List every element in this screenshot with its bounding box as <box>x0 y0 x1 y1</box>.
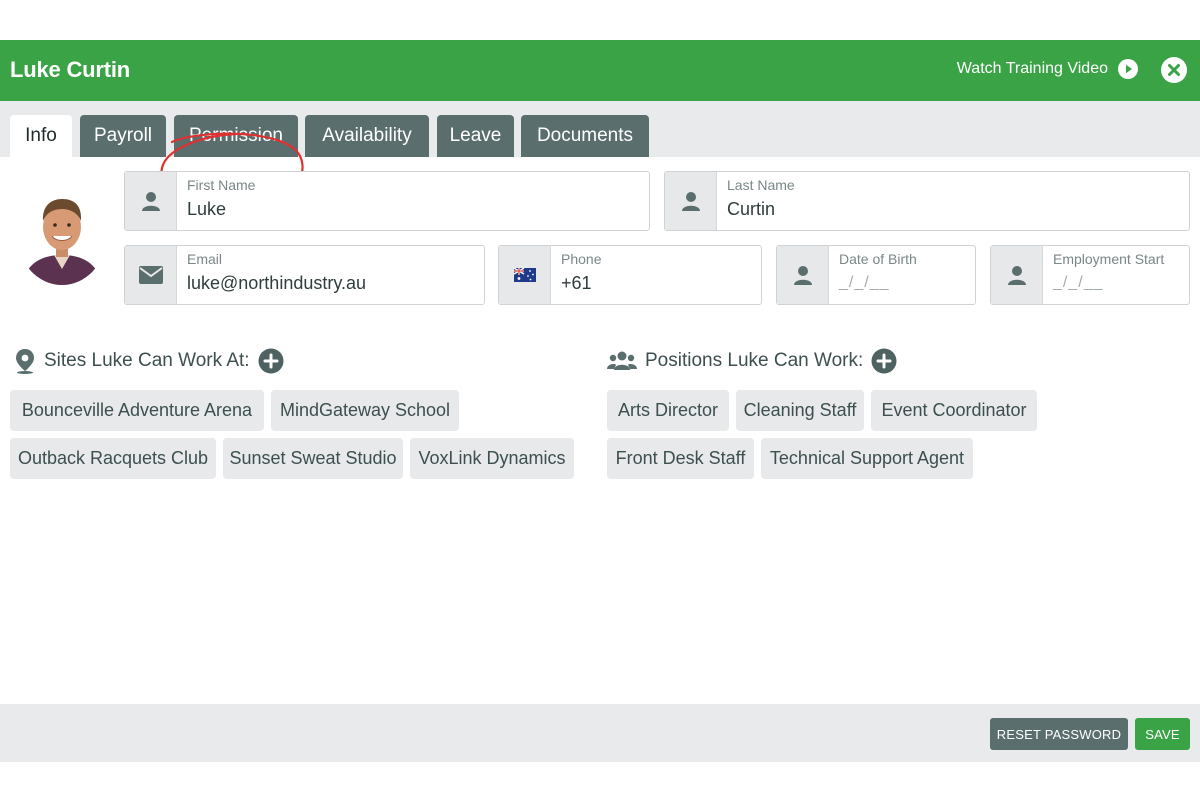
email-value: luke@northindustry.au <box>187 273 367 293</box>
tab-availability[interactable]: Availability <box>305 115 429 157</box>
phone-field[interactable]: Phone +61 <box>498 245 762 305</box>
date-of-birth-field[interactable]: Date of Birth _/_/__ <box>776 245 976 305</box>
phone-value: +61 <box>561 273 592 293</box>
close-icon[interactable] <box>1161 57 1187 83</box>
tab-documents[interactable]: Documents <box>521 115 649 157</box>
last-name-field[interactable]: Last Name Curtin <box>664 171 1190 231</box>
position-chip[interactable]: Event Coordinator <box>871 390 1037 431</box>
first-name-field[interactable]: First Name Luke <box>124 171 650 231</box>
site-chip[interactable]: Sunset Sweat Studio <box>223 438 403 479</box>
play-icon <box>1118 59 1138 79</box>
add-position-icon[interactable] <box>871 348 897 374</box>
watch-training-video-link[interactable]: Watch Training Video <box>957 59 1138 79</box>
date-of-birth-placeholder: _/_/__ <box>839 274 890 291</box>
tab-payroll[interactable]: Payroll <box>80 115 166 157</box>
first-name-value: Luke <box>187 199 227 219</box>
positions-heading-text: Positions Luke Can Work: <box>645 350 864 371</box>
site-chip[interactable]: Outback Racquets Club <box>10 438 216 479</box>
last-name-value: Curtin <box>727 199 776 219</box>
australia-flag-icon <box>513 268 536 282</box>
modal-header: Luke Curtin Watch Training Video <box>0 40 1200 101</box>
modal-footer: RESET PASSWORD SAVE <box>0 704 1200 762</box>
last-name-label: Last Name <box>727 177 795 193</box>
add-site-icon[interactable] <box>258 348 284 374</box>
email-label: Email <box>187 251 223 267</box>
person-icon <box>681 192 700 211</box>
tab-permission[interactable]: Permission <box>174 115 298 157</box>
email-field[interactable]: Email luke@northindustry.au <box>124 245 485 305</box>
person-icon <box>793 266 812 285</box>
position-chip[interactable]: Arts Director <box>607 390 729 431</box>
sites-heading-text: Sites Luke Can Work At: <box>44 350 250 371</box>
page-title: Luke Curtin <box>10 57 131 82</box>
phone-label: Phone <box>561 251 602 267</box>
date-of-birth-label: Date of Birth <box>839 251 917 267</box>
position-chip[interactable]: Cleaning Staff <box>736 390 864 431</box>
avatar <box>18 189 106 285</box>
people-group-icon <box>607 351 637 370</box>
envelope-icon <box>138 266 163 284</box>
position-chip[interactable]: Front Desk Staff <box>607 438 754 479</box>
sites-heading: Sites Luke Can Work At: <box>14 348 284 374</box>
site-chip[interactable]: MindGateway School <box>271 390 459 431</box>
first-name-label: First Name <box>187 177 256 193</box>
tab-info[interactable]: Info <box>10 115 72 157</box>
training-link-label: Watch Training Video <box>956 60 1108 77</box>
tab-bar: Info Payroll Permission Availability Lea… <box>0 101 1200 157</box>
location-pin-icon <box>16 349 34 374</box>
person-icon <box>1007 266 1026 285</box>
position-chip[interactable]: Technical Support Agent <box>761 438 973 479</box>
employment-start-placeholder: _/_/__ <box>1053 274 1104 291</box>
save-button[interactable]: SAVE <box>1135 718 1190 750</box>
employment-start-label: Employment Start <box>1053 251 1165 267</box>
person-icon <box>141 192 160 211</box>
site-chip[interactable]: VoxLink Dynamics <box>410 438 574 479</box>
employee-modal: Luke Curtin Watch Training Video Info Pa… <box>0 40 1200 762</box>
tab-leave[interactable]: Leave <box>437 115 514 157</box>
site-chip[interactable]: Bounceville Adventure Arena <box>10 390 264 431</box>
employment-start-field[interactable]: Employment Start _/_/__ <box>990 245 1190 305</box>
reset-password-button[interactable]: RESET PASSWORD <box>990 718 1128 750</box>
positions-heading: Positions Luke Can Work: <box>607 348 897 374</box>
